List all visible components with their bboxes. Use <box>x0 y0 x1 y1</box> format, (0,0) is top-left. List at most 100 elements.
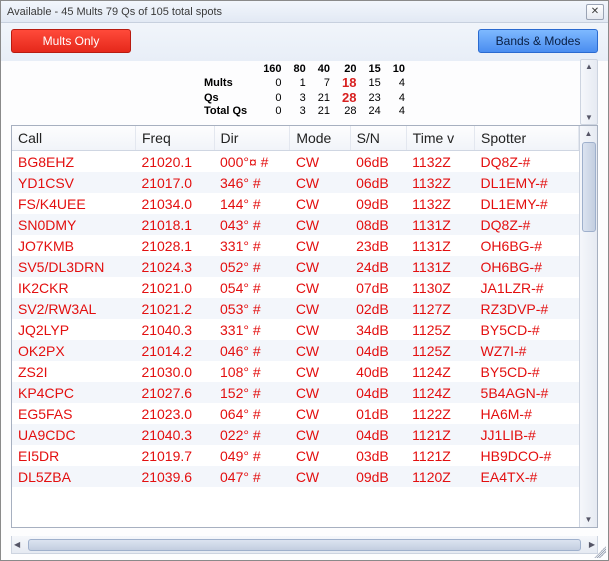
grid-cell-sn: 40dB <box>350 361 406 382</box>
grid-cell-dir: 108° # <box>214 361 290 382</box>
grid-cell-time: 1130Z <box>406 277 474 298</box>
grid-column-header[interactable]: Spotter <box>475 126 579 151</box>
grid-cell-dir: 144° # <box>214 193 290 214</box>
grid-cell-dir: 331° # <box>214 235 290 256</box>
grid-cell-dir: 346° # <box>214 172 290 193</box>
mults-only-button[interactable]: Mults Only <box>11 29 131 53</box>
summary-cell: 23 <box>363 90 387 105</box>
summary-band-header: 20 <box>336 63 362 75</box>
grid-cell-sn: 09dB <box>350 466 406 487</box>
spots-grid-scroll: CallFreqDirModeS/NTime vSpotter BG8EHZ21… <box>12 126 579 527</box>
summary-table: 1608040201510 Mults01718154Qs032128234To… <box>198 63 411 117</box>
table-row[interactable]: DL5ZBA21039.6047° #CW09dB1120ZEA4TX-# <box>12 466 579 487</box>
grid-cell-dir: 053° # <box>214 298 290 319</box>
grid-cell-call: KP4CPC <box>12 382 135 403</box>
scroll-down-icon[interactable]: ▼ <box>585 512 593 527</box>
summary-cell: 28 <box>336 90 362 105</box>
grid-column-header[interactable]: Time v <box>406 126 474 151</box>
grid-cell-freq: 21023.0 <box>135 403 214 424</box>
grid-cell-call: IK2CKR <box>12 277 135 298</box>
grid-vertical-scrollbar[interactable]: ▲ ▼ <box>579 126 597 527</box>
table-row[interactable]: SN0DMY21018.1043° #CW08dB1131ZDQ8Z-# <box>12 214 579 235</box>
grid-column-header[interactable]: Freq <box>135 126 214 151</box>
scrollbar-thumb[interactable] <box>582 142 596 232</box>
table-row[interactable]: EI5DR21019.7049° #CW03dB1121ZHB9DCO-# <box>12 445 579 466</box>
table-row[interactable]: YD1CSV21017.0346° #CW06dB1132ZDL1EMY-# <box>12 172 579 193</box>
table-row[interactable]: IK2CKR21021.0054° #CW07dB1130ZJA1LZR-# <box>12 277 579 298</box>
table-row[interactable]: BG8EHZ21020.1000°¤ #CW06dB1132ZDQ8Z-# <box>12 151 579 173</box>
scroll-up-icon[interactable]: ▲ <box>585 60 593 73</box>
titlebar[interactable]: Available - 45 Mults 79 Qs of 105 total … <box>1 1 608 23</box>
grid-cell-mode: CW <box>290 340 350 361</box>
table-row[interactable]: JQ2LYP21040.3331° #CW34dB1125ZBY5CD-# <box>12 319 579 340</box>
grid-cell-spotter: WZ7I-# <box>475 340 579 361</box>
table-row[interactable]: UA9CDC21040.3022° #CW04dB1121ZJJ1LIB-# <box>12 424 579 445</box>
close-button[interactable]: ✕ <box>586 4 604 20</box>
summary-cell: 4 <box>387 75 411 90</box>
grid-cell-call: EI5DR <box>12 445 135 466</box>
summary-cell: 21 <box>312 105 336 117</box>
grid-cell-call: FS/K4UEE <box>12 193 135 214</box>
grid-column-header[interactable]: Mode <box>290 126 350 151</box>
table-row[interactable]: EG5FAS21023.0064° #CW01dB1122ZHA6M-# <box>12 403 579 424</box>
grid-cell-call: SV5/DL3DRN <box>12 256 135 277</box>
grid-cell-sn: 07dB <box>350 277 406 298</box>
grid-cell-spotter: JA1LZR-# <box>475 277 579 298</box>
grid-cell-dir: 331° # <box>214 319 290 340</box>
grid-cell-freq: 21024.3 <box>135 256 214 277</box>
scrollbar-thumb[interactable] <box>28 539 581 551</box>
grid-cell-time: 1131Z <box>406 214 474 235</box>
grid-cell-time: 1121Z <box>406 424 474 445</box>
grid-cell-dir: 047° # <box>214 466 290 487</box>
grid-cell-freq: 21028.1 <box>135 235 214 256</box>
grid-cell-call: UA9CDC <box>12 424 135 445</box>
grid-cell-call: JO7KMB <box>12 235 135 256</box>
scroll-up-icon[interactable]: ▲ <box>585 126 593 141</box>
grid-column-header[interactable]: Dir <box>214 126 290 151</box>
summary-cell: 0 <box>257 75 287 90</box>
grid-cell-spotter: BY5CD-# <box>475 361 579 382</box>
grid-cell-mode: CW <box>290 445 350 466</box>
grid-cell-sn: 04dB <box>350 424 406 445</box>
grid-column-header[interactable]: S/N <box>350 126 406 151</box>
scroll-down-icon[interactable]: ▼ <box>585 111 593 124</box>
grid-cell-freq: 21040.3 <box>135 319 214 340</box>
grid-cell-mode: CW <box>290 277 350 298</box>
summary-band-header: 80 <box>288 63 312 75</box>
grid-cell-mode: CW <box>290 361 350 382</box>
grid-cell-time: 1122Z <box>406 403 474 424</box>
grid-cell-sn: 08dB <box>350 214 406 235</box>
table-row[interactable]: FS/K4UEE21034.0144° #CW09dB1132ZDL1EMY-# <box>12 193 579 214</box>
table-row[interactable]: KP4CPC21027.6152° #CW04dB1124Z5B4AGN-# <box>12 382 579 403</box>
summary-cell: 4 <box>387 105 411 117</box>
grid-cell-spotter: RZ3DVP-# <box>475 298 579 319</box>
bands-modes-button[interactable]: Bands & Modes <box>478 29 598 53</box>
grid-horizontal-scrollbar[interactable]: ◀ ▶ <box>11 536 598 554</box>
grid-cell-time: 1132Z <box>406 151 474 173</box>
summary-scrollbar[interactable]: ▲ ▼ <box>580 59 598 125</box>
grid-cell-call: JQ2LYP <box>12 319 135 340</box>
grid-cell-spotter: DQ8Z-# <box>475 151 579 173</box>
table-row[interactable]: OK2PX21014.2046° #CW04dB1125ZWZ7I-# <box>12 340 579 361</box>
table-row[interactable]: SV5/DL3DRN21024.3052° #CW24dB1131ZOH6BG-… <box>12 256 579 277</box>
grid-cell-call: SN0DMY <box>12 214 135 235</box>
summary-cell: 3 <box>288 105 312 117</box>
grid-cell-sn: 06dB <box>350 151 406 173</box>
table-row[interactable]: ZS2I21030.0108° #CW40dB1124ZBY5CD-# <box>12 361 579 382</box>
grid-cell-time: 1132Z <box>406 193 474 214</box>
grid-cell-time: 1121Z <box>406 445 474 466</box>
grid-cell-call: DL5ZBA <box>12 466 135 487</box>
close-icon: ✕ <box>591 6 599 17</box>
grid-cell-spotter: BY5CD-# <box>475 319 579 340</box>
grid-cell-dir: 049° # <box>214 445 290 466</box>
grid-column-header[interactable]: Call <box>12 126 135 151</box>
table-row[interactable]: SV2/RW3AL21021.2053° #CW02dB1127ZRZ3DVP-… <box>12 298 579 319</box>
summary-cell: 15 <box>363 75 387 90</box>
scroll-left-icon[interactable]: ◀ <box>14 540 20 549</box>
summary-cell: 28 <box>336 105 362 117</box>
grid-cell-mode: CW <box>290 382 350 403</box>
table-row[interactable]: JO7KMB21028.1331° #CW23dB1131ZOH6BG-# <box>12 235 579 256</box>
resize-grip-icon[interactable] <box>594 546 606 558</box>
summary-cell: 21 <box>312 90 336 105</box>
summary-band-header: 15 <box>363 63 387 75</box>
